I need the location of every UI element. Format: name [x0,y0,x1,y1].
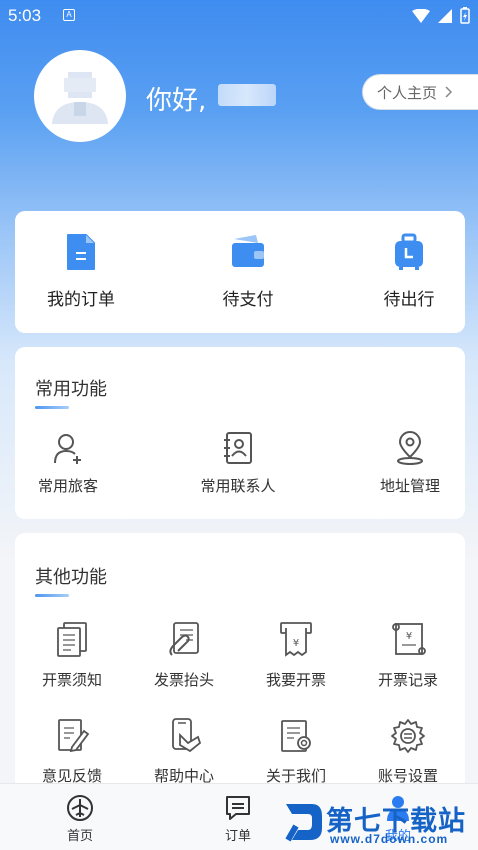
function-label: 发票抬头 [153,671,214,689]
signal-icon [438,8,452,23]
phone-hand-icon [172,718,202,753]
function-label: 我要开票 [265,671,326,689]
airplane-icon [67,795,93,821]
invoice-title-button[interactable]: 发票抬头 [129,621,239,690]
status-time: 5:03 [8,6,42,25]
homepage-button[interactable]: 个人主页 [362,74,478,110]
location-pin-icon [397,431,423,465]
request-invoice-button[interactable]: ¥ 我要开票 [241,621,351,690]
profile-header: 你好, 个人主页 [0,50,478,146]
luggage-icon [395,233,423,270]
orders-card: 我的订单 待支付 待出行 [15,211,465,333]
invoice-scroll-icon: ¥ [392,623,426,655]
chevron-right-icon [445,86,453,98]
section-underline [35,594,69,597]
invoice-notice-button[interactable]: 开票须知 [17,621,127,690]
wifi-icon [412,8,430,23]
message-list-icon [226,796,250,820]
svg-text:¥: ¥ [293,638,299,649]
status-bar: 5:03 A [0,0,478,32]
avatar[interactable] [34,50,126,142]
document-icon [67,234,95,270]
function-label: 常用联系人 [200,477,276,495]
tab-label: 首页 [66,829,93,844]
about-us-button[interactable]: 关于我们 [241,717,351,786]
site-watermark: 第七下载站 www.d7down.com [282,796,478,850]
svg-text:¥: ¥ [406,631,412,642]
certificate-icon [281,720,311,752]
frequent-contacts-button[interactable]: 常用联系人 [173,431,303,496]
function-label: 地址管理 [379,477,440,495]
blurred-username [218,84,276,106]
contact-card-icon [224,432,252,464]
section-title: 其他功能 [35,567,107,588]
account-settings-button[interactable]: 账号设置 [353,717,463,786]
wallet-icon [232,235,264,267]
watermark-logo [285,804,322,842]
receipt-printer-icon: ¥ [280,622,312,657]
address-management-button[interactable]: 地址管理 [345,431,475,496]
other-functions-card: 其他功能 开票须知 发票抬头 ¥ 我要开票 ¥ 开票记录 意见反馈 帮助中心 关… [15,533,465,793]
my-orders-button[interactable]: 我的订单 [21,233,141,310]
a-badge-icon: A [63,9,75,21]
function-label: 开票记录 [377,671,438,689]
tab-orders[interactable]: 订单 [198,794,278,844]
default-avatar-icon [52,72,108,124]
greeting-text: 你好, [146,86,207,116]
homepage-button-label: 个人主页 [377,83,438,102]
battery-icon [460,7,470,24]
help-center-button[interactable]: 帮助中心 [129,717,239,786]
section-title: 常用功能 [35,379,107,400]
order-label: 待出行 [383,290,435,310]
pending-payment-button[interactable]: 待支付 [188,233,308,310]
order-label: 我的订单 [47,290,115,310]
common-functions-card: 常用功能 常用旅客 常用联系人 地址管理 [15,347,465,519]
pending-travel-button[interactable]: 待出行 [349,233,469,310]
feedback-button[interactable]: 意见反馈 [17,717,127,786]
order-label: 待支付 [222,290,274,310]
function-label: 开票须知 [41,671,102,689]
function-label: 常用旅客 [37,477,98,495]
tab-label: 订单 [224,829,251,844]
section-underline [35,406,69,409]
document-stack-icon [57,622,87,657]
invoice-clip-icon [169,622,199,656]
frequent-passengers-button[interactable]: 常用旅客 [3,431,133,496]
user-add-icon [54,434,81,464]
tab-home[interactable]: 首页 [40,794,120,844]
invoice-records-button[interactable]: ¥ 开票记录 [353,621,463,690]
watermark-url: www.d7down.com [330,832,449,846]
gear-icon [391,719,425,753]
edit-document-icon [58,719,90,753]
